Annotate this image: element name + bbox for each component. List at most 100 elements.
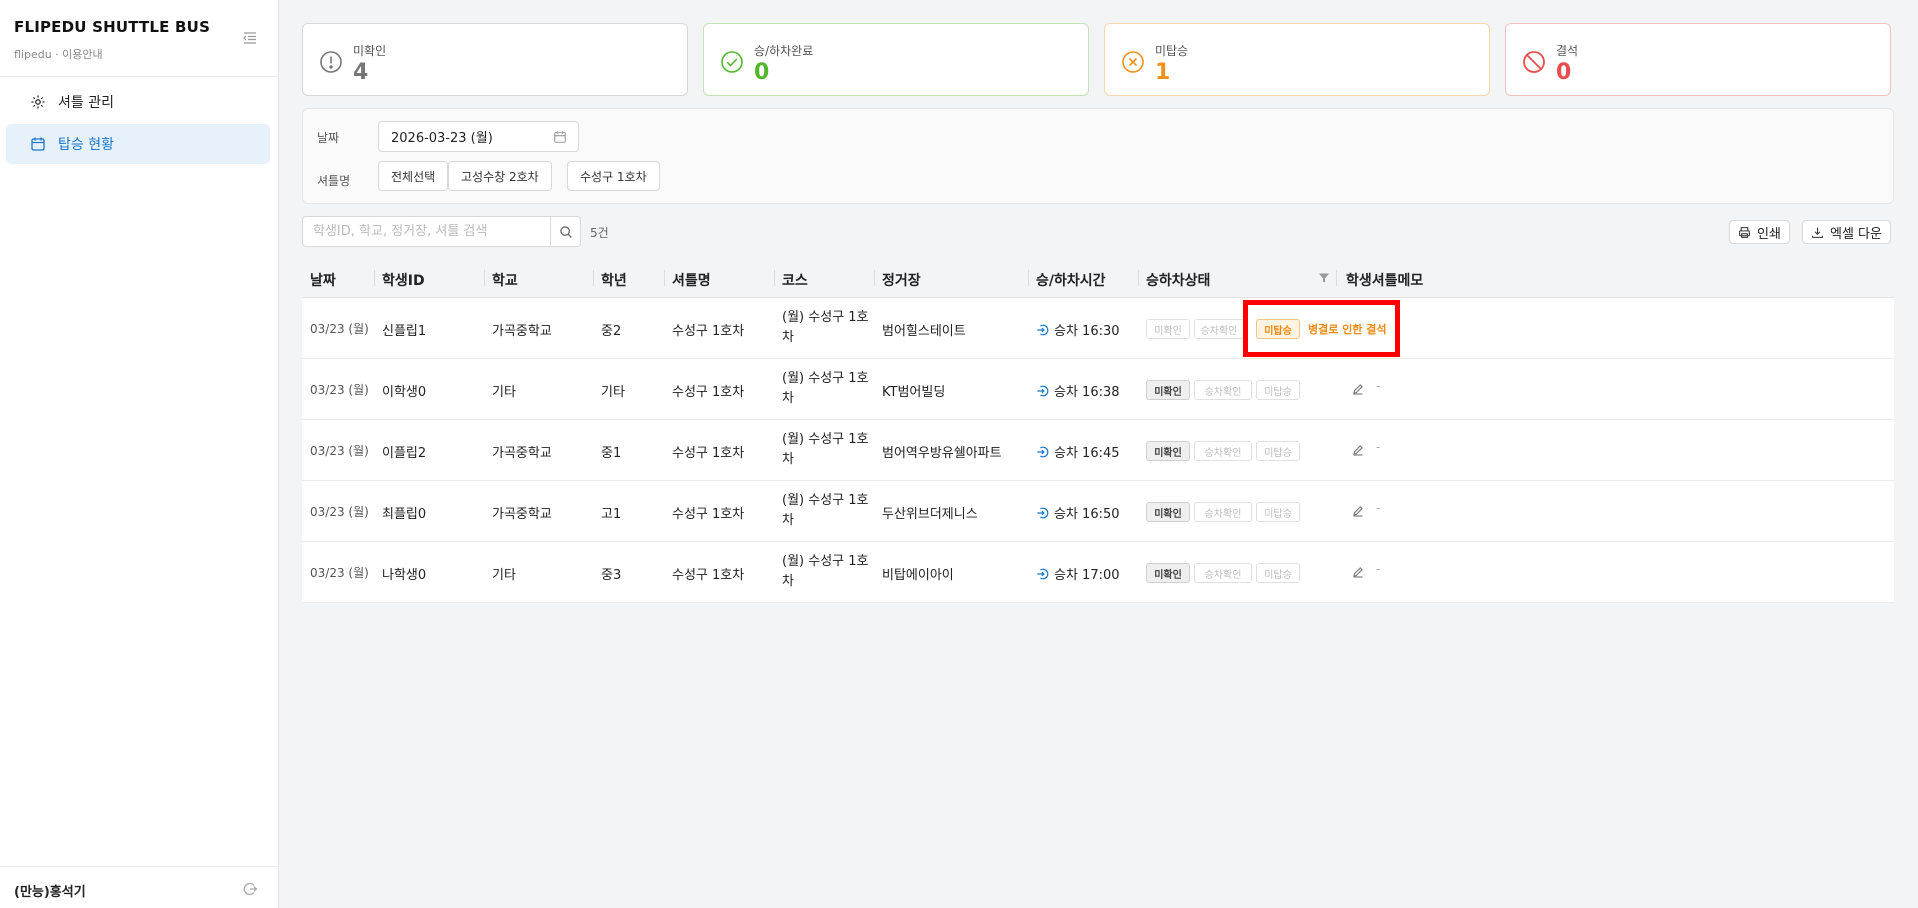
cell-stop: KT범어빌딩 [882,385,946,400]
edit-memo-icon[interactable] [1352,566,1364,578]
table-header: 날짜 학생ID 학교 학년 셔틀명 코스 정거장 승/하차시간 승하차상태 학생… [302,258,1894,298]
cell-course: (월) 수성구 1호차 [782,493,869,528]
collapse-menu-icon[interactable] [242,30,258,46]
filter-icon[interactable] [1318,272,1330,284]
cell-date: 03/23 (월) [310,322,369,336]
summary-card-unconfirmed[interactable]: 미확인 4 [302,23,688,96]
result-count: 5건 [590,226,609,240]
summary-card-absent[interactable]: 결석 0 [1505,23,1891,96]
time-text: 승차 17:00 [1054,568,1120,583]
col-status[interactable]: 승하차상태 [1146,270,1210,290]
chip-select-all[interactable]: 전체선택 [378,161,449,191]
column-divider [774,270,775,286]
app-subtitle[interactable]: flipedu · 이용안내 [14,46,210,62]
time-text: 승차 16:38 [1054,385,1120,400]
column-divider [374,270,375,286]
date-picker[interactable]: 2026-03-23 (월) [378,121,579,152]
table-row[interactable]: 03/23 (월) 이학생0 기타 기타 수성구 1호차 (월) 수성구 1호차… [302,359,1894,420]
summary-value: 0 [1556,60,1572,85]
date-label: 날짜 [317,131,340,145]
cell-grade: 중1 [601,446,622,461]
search-button[interactable] [550,216,581,247]
status-unconfirmed-button[interactable]: 미확인 [1146,380,1190,400]
table-row[interactable]: 03/23 (월) 나학생0 기타 중3 수성구 1호차 (월) 수성구 1호차… [302,542,1894,603]
table-row[interactable]: 03/23 (월) 이플립2 가곡중학교 중1 수성구 1호차 (월) 수성구 … [302,420,1894,481]
column-divider [1138,270,1139,286]
x-circle-icon [1121,50,1145,74]
column-divider [1336,270,1337,286]
status-unconfirmed-button[interactable]: 미확인 [1146,502,1190,522]
col-time[interactable]: 승/하차시간 [1036,270,1106,290]
excel-download-button[interactable]: 엑셀 다운 [1802,220,1891,244]
edit-memo-icon[interactable] [1352,383,1364,395]
status-unconfirmed-button[interactable]: 미확인 [1146,319,1190,339]
cell-shuttle: 수성구 1호차 [672,385,745,400]
chip-suseong-1[interactable]: 수성구 1호차 [567,161,660,191]
printer-icon [1738,226,1751,239]
status-not-boarded-button[interactable]: 미탑승 [1256,441,1300,461]
col-stop[interactable]: 정거장 [882,270,921,290]
status-boarded-button[interactable]: 승차확인 [1194,380,1252,400]
sidebar-item-label: 탑승 현황 [58,137,114,153]
status-unconfirmed-button[interactable]: 미확인 [1146,441,1190,461]
print-button[interactable]: 인쇄 [1729,220,1790,244]
cell-stop: 비탑에이아이 [882,568,954,583]
cell-course: (월) 수성구 1호차 [782,310,869,345]
cell-shuttle: 수성구 1호차 [672,324,745,339]
sidebar-item-shuttle-management[interactable]: 셔틀 관리 [6,82,270,122]
sidebar-item-boarding-status[interactable]: 탑승 현황 [6,124,270,164]
summary-value: 4 [353,60,369,85]
board-in-icon [1036,567,1050,581]
col-student-id[interactable]: 학생ID [382,270,425,290]
status-unconfirmed-button[interactable]: 미확인 [1146,563,1190,583]
chip-goseong-2[interactable]: 고성수창 2호차 [448,161,552,191]
cell-student-id: 최플립0 [382,507,427,522]
cell-shuttle: 수성구 1호차 [672,568,745,583]
cell-school: 가곡중학교 [492,324,552,339]
col-shuttle[interactable]: 셔틀명 [672,270,711,290]
status-not-boarded-button[interactable]: 미탑승 [1256,502,1300,522]
status-not-boarded-button[interactable]: 미탑승 [1256,380,1300,400]
alert-circle-icon [319,50,343,74]
summary-value: 0 [754,60,770,85]
absence-reason: 병결로 인한 결석 [1308,323,1387,336]
user-name: (만능)홍석기 [14,885,86,900]
status-not-boarded-button[interactable]: 미탑승 [1256,563,1300,583]
status-boarded-button[interactable]: 승차확인 [1194,502,1252,522]
cell-stop: 범어힐스테이트 [882,324,966,339]
column-divider [1028,270,1029,286]
edit-memo-icon[interactable] [1352,505,1364,517]
cell-school: 가곡중학교 [492,446,552,461]
status-boarded-button[interactable]: 승차확인 [1194,441,1252,461]
col-date[interactable]: 날짜 [310,270,336,290]
col-course[interactable]: 코스 [782,270,808,290]
search-input[interactable] [302,216,551,247]
gear-icon [30,94,46,110]
logout-icon[interactable] [242,881,258,897]
time-text: 승차 16:30 [1054,324,1120,339]
summary-card-not-boarded[interactable]: 미탑승 1 [1104,23,1490,96]
status-boarded-button[interactable]: 승차확인 [1194,563,1252,583]
cell-date: 03/23 (월) [310,505,369,519]
cell-time: 승차 17:00 [1036,564,1120,583]
status-not-boarded-button[interactable]: 미탑승 [1256,319,1300,339]
brand: FLIPEDU SHUTTLE BUS flipedu · 이용안내 [14,18,210,62]
cell-date: 03/23 (월) [310,444,369,458]
date-value: 2026-03-23 (월) [391,131,493,146]
status-boarded-button[interactable]: 승차확인 [1194,319,1244,339]
search-icon [559,225,573,239]
summary-card-completed[interactable]: 승/하차완료 0 [703,23,1089,96]
cell-date: 03/23 (월) [310,383,369,397]
table-row[interactable]: 03/23 (월) 최플립0 가곡중학교 고1 수성구 1호차 (월) 수성구 … [302,481,1894,542]
cell-course: (월) 수성구 1호차 [782,371,869,406]
cell-stop: 범어역우방유쉘아파트 [882,446,1002,461]
table-row[interactable]: 03/23 (월) 신플립1 가곡중학교 중2 수성구 1호차 (월) 수성구 … [302,298,1894,359]
col-grade[interactable]: 학년 [601,270,627,290]
memo-text: - [1376,562,1381,576]
cell-school: 기타 [492,385,516,400]
col-school[interactable]: 학교 [492,270,518,290]
col-memo[interactable]: 학생셔틀메모 [1346,270,1423,290]
time-text: 승차 16:50 [1054,507,1120,522]
edit-memo-icon[interactable] [1352,444,1364,456]
cell-time: 승차 16:38 [1036,381,1120,400]
